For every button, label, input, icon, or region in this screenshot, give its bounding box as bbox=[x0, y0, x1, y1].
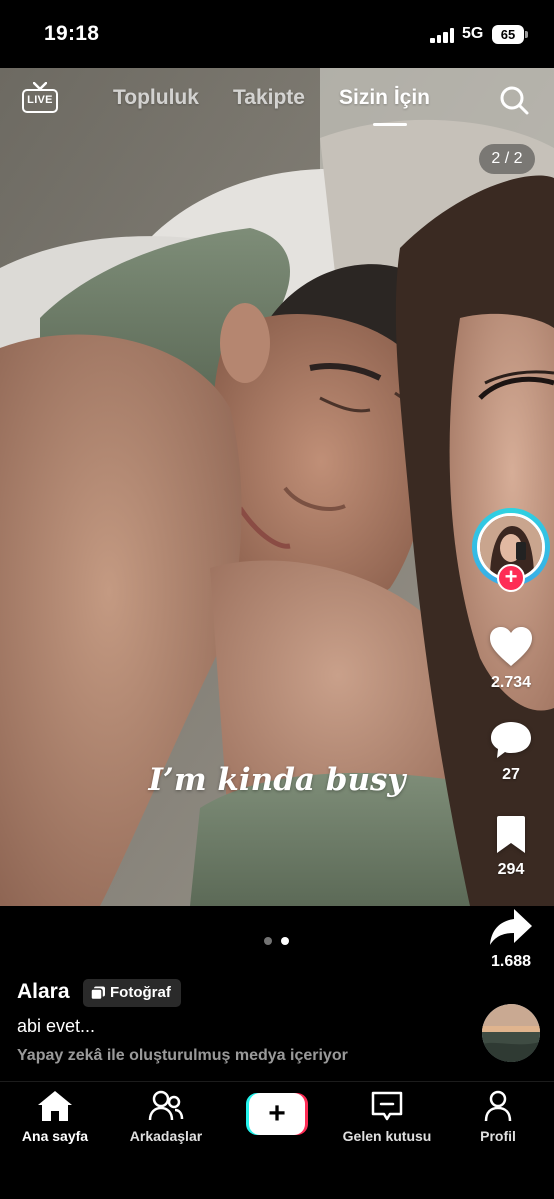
tab-sizin-icin[interactable]: Sizin İçin bbox=[339, 86, 430, 110]
save-button[interactable]: 294 bbox=[480, 815, 542, 879]
status-bar: 19:18 5G 65 bbox=[0, 0, 554, 68]
bookmark-icon bbox=[497, 816, 525, 853]
status-time: 19:18 bbox=[44, 22, 100, 45]
share-count: 1.688 bbox=[490, 953, 532, 970]
nav-friends-label: Arkadaşlar bbox=[129, 1128, 203, 1144]
create-button[interactable]: + bbox=[246, 1093, 308, 1135]
create-icon: + bbox=[249, 1093, 305, 1135]
search-icon[interactable] bbox=[498, 84, 530, 116]
sound-cover-image bbox=[482, 1004, 540, 1062]
carousel-dots bbox=[262, 937, 292, 947]
tab-topluluk[interactable]: Topluluk bbox=[113, 86, 199, 110]
battery-icon: 65 bbox=[492, 25, 524, 44]
share-button[interactable]: 1.688 bbox=[480, 907, 542, 971]
post-caption[interactable]: abi evet... bbox=[17, 1016, 95, 1037]
like-button[interactable]: 2.734 bbox=[480, 626, 542, 692]
network-type: 5G bbox=[462, 25, 484, 42]
carousel-dot-2-active bbox=[281, 937, 289, 945]
follow-plus-button[interactable]: + bbox=[497, 564, 525, 592]
nav-home[interactable]: Ana sayfa bbox=[0, 1090, 110, 1144]
signal-icon bbox=[430, 27, 456, 43]
nav-inbox[interactable]: Gelen kutusu bbox=[332, 1090, 442, 1144]
save-count: 294 bbox=[497, 861, 525, 878]
tab-takipte[interactable]: Takipte bbox=[233, 86, 305, 110]
sound-disc[interactable] bbox=[482, 1004, 540, 1062]
author-avatar[interactable]: + bbox=[472, 508, 550, 592]
nav-home-label: Ana sayfa bbox=[21, 1128, 89, 1144]
friends-icon bbox=[148, 1090, 184, 1121]
photo-badge-label: Fotoğraf bbox=[110, 984, 171, 1001]
comment-icon bbox=[491, 722, 531, 758]
photo-stack-icon bbox=[90, 986, 105, 1000]
profile-icon bbox=[484, 1090, 512, 1122]
nav-profile-label: Profil bbox=[480, 1128, 516, 1144]
share-arrow-icon bbox=[490, 909, 532, 945]
bottom-nav: Ana sayfa Arkadaşlar + Gelen kutusu Prof… bbox=[0, 1082, 554, 1199]
photo-overlay-text: I’m kinda busy bbox=[0, 762, 554, 798]
live-icon[interactable]: LIVE bbox=[22, 82, 58, 116]
slide-pager: 2 / 2 bbox=[479, 144, 535, 174]
comment-button[interactable]: 27 bbox=[480, 720, 542, 784]
comment-count: 27 bbox=[502, 766, 520, 783]
carousel-dot-1 bbox=[264, 937, 272, 945]
active-tab-indicator bbox=[373, 123, 407, 126]
nav-friends[interactable]: Arkadaşlar bbox=[111, 1090, 221, 1144]
ai-content-label[interactable]: Yapay zekâ ile oluşturulmuş medya içeriy… bbox=[17, 1047, 348, 1065]
overlay-text-content: I’m kinda busy bbox=[148, 762, 406, 798]
author-name[interactable]: Alara bbox=[17, 980, 70, 1004]
battery-tip bbox=[525, 31, 528, 38]
nav-inbox-label: Gelen kutusu bbox=[342, 1128, 432, 1144]
live-label: LIVE bbox=[22, 89, 58, 113]
like-count: 2.734 bbox=[490, 674, 532, 691]
inbox-icon bbox=[371, 1091, 403, 1121]
photo-badge: Fotoğraf bbox=[83, 979, 181, 1007]
nav-profile[interactable]: Profil bbox=[443, 1090, 553, 1144]
top-nav: LIVE Topluluk Takipte Sizin İçin bbox=[0, 68, 554, 138]
home-icon bbox=[38, 1091, 72, 1121]
heart-icon bbox=[490, 627, 532, 666]
